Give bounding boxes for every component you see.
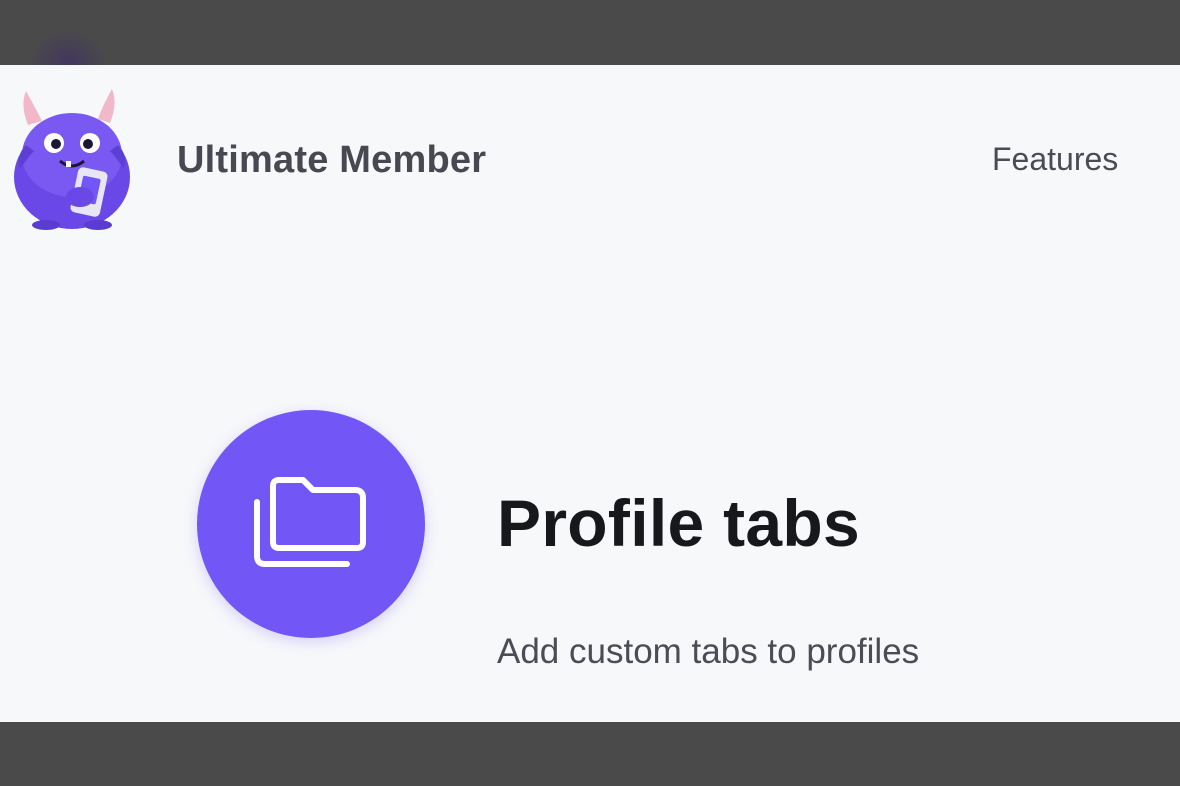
site-header: Ultimate Member Features (0, 65, 1180, 235)
feature-icon-badge (197, 410, 425, 638)
brand-name-link[interactable]: Ultimate Member (177, 139, 486, 182)
top-overlay-bar (0, 0, 1180, 90)
feature-title: Profile tabs (497, 486, 861, 560)
nav-features-link[interactable]: Features (992, 141, 1118, 178)
bottom-overlay-bar (0, 722, 1180, 786)
folders-icon (254, 477, 366, 567)
page: Ultimate Member Features Profile tabs Ad… (0, 65, 1180, 722)
feature-description: Add custom tabs to profiles (497, 632, 920, 671)
monster-mascot-icon (14, 89, 130, 230)
brand-logo[interactable] (6, 85, 138, 230)
feature-card: Profile tabs Add custom tabs to profiles (0, 395, 1180, 722)
